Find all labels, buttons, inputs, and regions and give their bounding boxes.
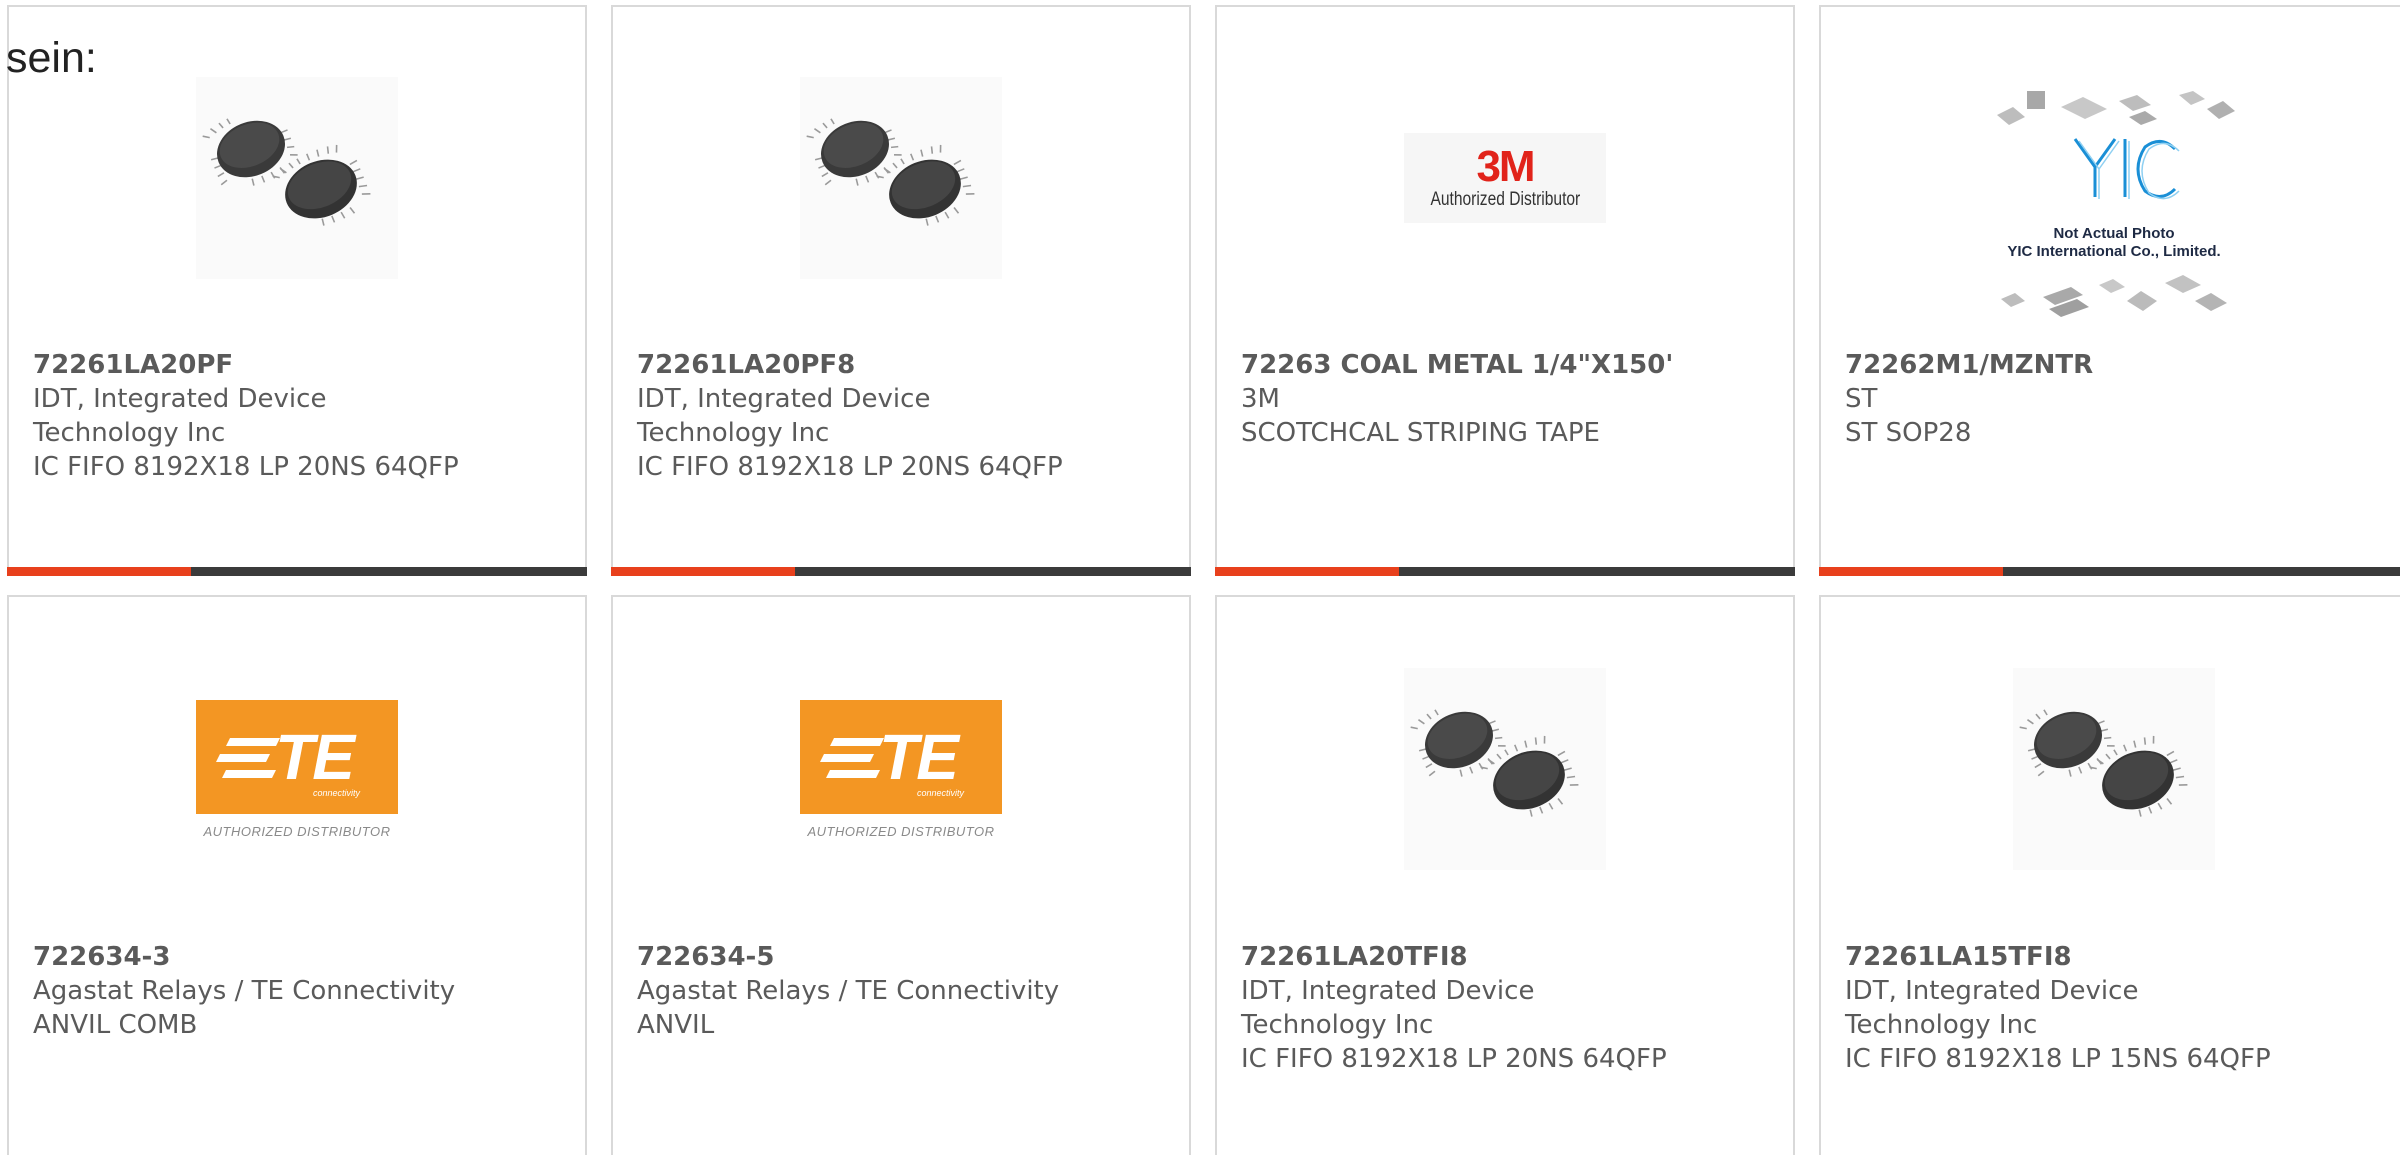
- manufacturer-name: Agastat Relays / TE Connectivity: [33, 976, 456, 1006]
- product-description: ANVIL: [637, 1010, 715, 1040]
- part-number-link[interactable]: 72261LA20PF8: [637, 348, 1179, 382]
- product-image[interactable]: [196, 77, 398, 279]
- 3m-logo: 3M Authorized Distributor: [1404, 133, 1606, 223]
- product-card[interactable]: TE connectivity AUTHORIZED DISTRIBUTOR 7…: [7, 595, 587, 1155]
- card-accent-bar: [611, 567, 795, 576]
- part-number-link[interactable]: 72261LA15TFI8: [1845, 940, 2397, 974]
- yic-placeholder-image: Not Actual Photo YIC International Co., …: [1979, 87, 2249, 327]
- logo-caption-line-2: YIC International Co., Limited.: [2007, 243, 2221, 260]
- part-number-link[interactable]: 722634-3: [33, 940, 575, 974]
- product-description: ST SOP28: [1845, 418, 1972, 448]
- part-number-link[interactable]: 72261LA20PF: [33, 348, 575, 382]
- manufacturer-name: IDT, Integrated Device Technology Inc: [637, 384, 931, 448]
- chip-photo-icon: [196, 77, 398, 279]
- chip-photo-icon: [1404, 668, 1606, 870]
- product-image[interactable]: [2013, 668, 2215, 870]
- te-logo-subtext: connectivity: [916, 787, 964, 798]
- product-image[interactable]: [800, 77, 1002, 279]
- product-card[interactable]: 72261LA20PF IDT, Integrated Device Techn…: [7, 5, 587, 576]
- manufacturer-name: ST: [1845, 384, 1878, 414]
- manufacturer-name: Agastat Relays / TE Connectivity: [637, 976, 1060, 1006]
- intro-text: sein:: [6, 34, 97, 82]
- part-number-link[interactable]: 72262M1/MZNTR: [1845, 348, 2397, 382]
- te-logo: TE connectivity AUTHORIZED DISTRIBUTOR: [800, 699, 1002, 839]
- product-image[interactable]: 3M Authorized Distributor: [1404, 77, 1606, 279]
- product-description: IC FIFO 8192X18 LP 15NS 64QFP: [1845, 1044, 2271, 1074]
- manufacturer-name: IDT, Integrated Device Technology Inc: [33, 384, 327, 448]
- product-card[interactable]: 72261LA20PF8 IDT, Integrated Device Tech…: [611, 5, 1191, 576]
- card-hover-bar: [1215, 567, 1795, 576]
- product-image[interactable]: [1404, 668, 1606, 870]
- manufacturer-name: IDT, Integrated Device Technology Inc: [1845, 976, 2139, 1040]
- product-description: SCOTCHCAL STRIPING TAPE: [1241, 418, 1600, 448]
- te-stripes-icon: [216, 737, 280, 778]
- manufacturer-name: IDT, Integrated Device Technology Inc: [1241, 976, 1535, 1040]
- product-card[interactable]: Not Actual Photo YIC International Co., …: [1819, 5, 2400, 576]
- manufacturer-name: 3M: [1241, 384, 1280, 414]
- product-description: IC FIFO 8192X18 LP 20NS 64QFP: [637, 452, 1063, 482]
- te-stripes-icon: [820, 737, 884, 778]
- product-card[interactable]: 3M Authorized Distributor 72263 COAL MET…: [1215, 5, 1795, 576]
- card-hover-bar: [1819, 567, 2400, 576]
- product-description: IC FIFO 8192X18 LP 20NS 64QFP: [1241, 1044, 1667, 1074]
- card-hover-bar: [7, 567, 587, 576]
- part-number-link[interactable]: 722634-5: [637, 940, 1179, 974]
- logo-caption-line-1: Not Actual Photo: [2053, 225, 2175, 242]
- te-logo: TE connectivity AUTHORIZED DISTRIBUTOR: [196, 699, 398, 839]
- product-card[interactable]: 72261LA15TFI8 IDT, Integrated Device Tec…: [1819, 595, 2400, 1155]
- product-description: ANVIL COMB: [33, 1010, 198, 1040]
- card-hover-bar: [611, 567, 1191, 576]
- product-description: IC FIFO 8192X18 LP 20NS 64QFP: [33, 452, 459, 482]
- component-collage-icon: [1997, 91, 2235, 317]
- te-logo-subtext: connectivity: [312, 787, 360, 798]
- te-logo-text: TE: [275, 720, 355, 793]
- logo-caption: AUTHORIZED DISTRIBUTOR: [203, 823, 391, 839]
- product-image[interactable]: TE connectivity AUTHORIZED DISTRIBUTOR: [800, 668, 1002, 870]
- part-number-link[interactable]: 72263 COAL METAL 1/4"X150': [1241, 348, 1783, 382]
- product-card[interactable]: TE connectivity AUTHORIZED DISTRIBUTOR 7…: [611, 595, 1191, 1155]
- card-accent-bar: [1215, 567, 1399, 576]
- 3m-logo-mark: 3M: [1476, 142, 1535, 191]
- product-image[interactable]: Not Actual Photo YIC International Co., …: [1979, 67, 2249, 327]
- chip-photo-icon: [2013, 668, 2215, 870]
- chip-photo-icon: [800, 77, 1002, 279]
- product-card[interactable]: 72261LA20TFI8 IDT, Integrated Device Tec…: [1215, 595, 1795, 1155]
- part-number-link[interactable]: 72261LA20TFI8: [1241, 940, 1783, 974]
- product-image[interactable]: TE connectivity AUTHORIZED DISTRIBUTOR: [196, 668, 398, 870]
- card-accent-bar: [1819, 567, 2003, 576]
- logo-caption: Authorized Distributor: [1430, 189, 1580, 210]
- card-accent-bar: [7, 567, 191, 576]
- te-logo-text: TE: [879, 720, 959, 793]
- logo-caption: AUTHORIZED DISTRIBUTOR: [807, 823, 995, 839]
